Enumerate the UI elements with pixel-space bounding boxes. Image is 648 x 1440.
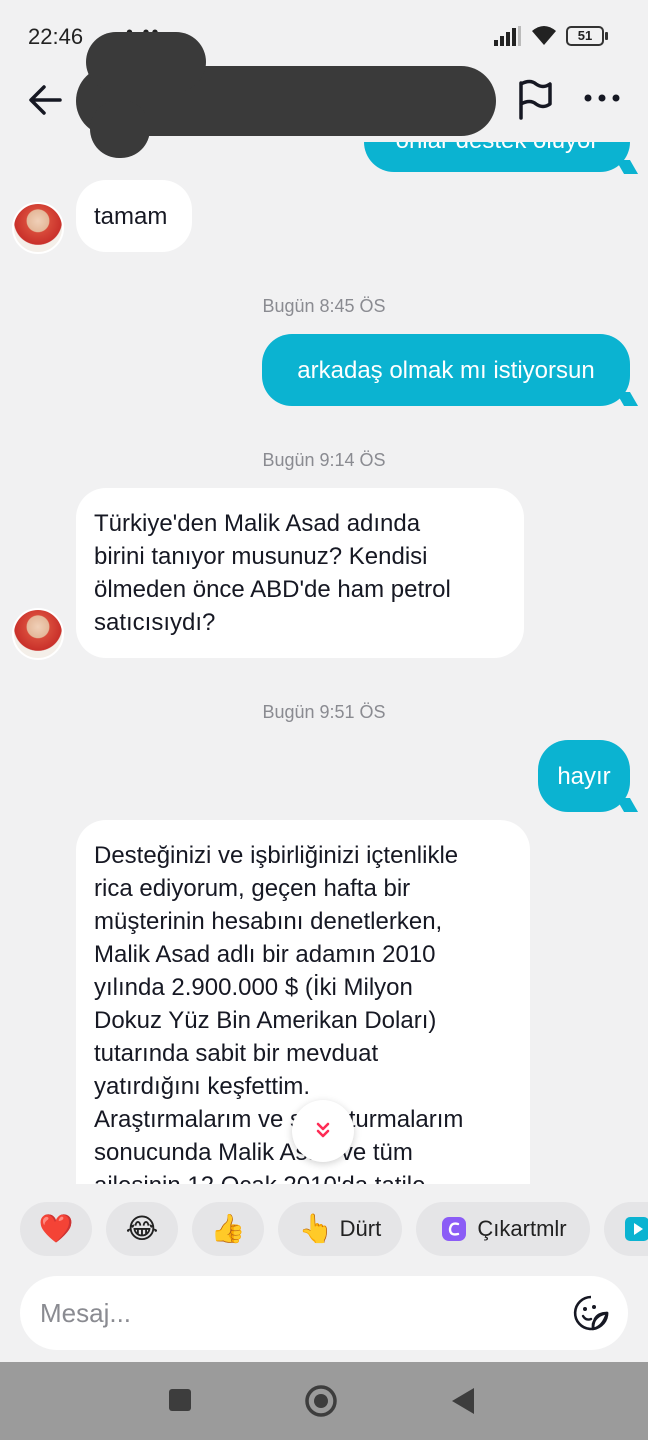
- timestamp: Bugün 8:45 ÖS: [262, 296, 386, 316]
- incoming-message[interactable]: Türkiye'den Malik Asad adında birini tan…: [76, 488, 524, 658]
- message-text: arkadaş olmak mı istiyorsun: [297, 357, 595, 384]
- poke-label: Dürt: [339, 1216, 382, 1241]
- stickers-label: Çıkartmlr: [477, 1216, 567, 1241]
- outgoing-message[interactable]: onlar destek oluyor: [364, 142, 630, 172]
- avatar[interactable]: [12, 608, 64, 660]
- message-input[interactable]: [40, 1276, 540, 1350]
- triangle-back-icon[interactable]: [450, 1386, 476, 1416]
- sticker-face-icon[interactable]: [572, 1294, 610, 1332]
- bubble-tail: [615, 392, 639, 406]
- outgoing-message[interactable]: hayır: [538, 740, 630, 812]
- message-line: birini tanıyor musunuz? Kendisi: [94, 543, 428, 570]
- avatar[interactable]: [12, 202, 64, 254]
- chat-header: [0, 32, 648, 158]
- redacted-contact-name-extension: [86, 32, 206, 92]
- chevron-double-down-icon: [316, 1122, 330, 1138]
- heart-reaction-chip[interactable]: ❤️: [20, 1202, 92, 1256]
- timestamp: Bugün 9:51 ÖS: [262, 702, 386, 722]
- battery-indicator: 51: [566, 26, 604, 46]
- poke-chip[interactable]: 👆 Dürt: [278, 1202, 402, 1256]
- message-line: satıcısıydı?: [94, 609, 216, 636]
- message-line: müşterinin hesabını denetlerken,: [94, 908, 443, 935]
- message-line: ölmeden önce ABD'de ham petrol: [94, 576, 451, 603]
- square-icon[interactable]: [168, 1388, 192, 1412]
- message-line: yılında 2.900.000 $ (İki Milyon: [94, 974, 413, 1001]
- message-line: rica ediyorum, geçen hafta bir: [94, 875, 411, 902]
- stickers-chip[interactable]: Çıkartmlr: [416, 1202, 590, 1256]
- message-text: onlar destek oluyor: [396, 142, 599, 154]
- more-horizontal-icon[interactable]: [582, 88, 622, 108]
- quick-reply-bar[interactable]: ❤️ 😂 👍 👆 Dürt Çıkartmlr: [0, 1202, 648, 1258]
- arrow-left-icon[interactable]: [24, 80, 68, 120]
- flag-icon[interactable]: [514, 78, 554, 120]
- pointing-hand-icon: 👆: [298, 1213, 334, 1244]
- message-text: hayır: [557, 763, 611, 790]
- message-composer: [20, 1276, 628, 1350]
- message-line: yatırdığını keşfettim.: [94, 1073, 311, 1100]
- message-line: Malik Asad adlı bir adamın 2010: [94, 941, 436, 968]
- sticker-icon: [442, 1217, 467, 1241]
- incoming-message[interactable]: tamam: [76, 180, 192, 252]
- outgoing-message[interactable]: arkadaş olmak mı istiyorsun: [262, 334, 630, 406]
- message-line: tutarında sabit bir mevduat: [94, 1040, 379, 1067]
- wifi-icon: [532, 26, 556, 45]
- timestamp: Bugün 9:14 ÖS: [262, 450, 386, 470]
- thumbs-up-icon: 👍: [210, 1213, 246, 1244]
- message-text: tamam: [94, 203, 168, 230]
- laughing-face-icon: 😂: [125, 1213, 159, 1244]
- message-line: Desteğinizi ve işbirliğinizi içtenlikle: [94, 842, 459, 869]
- bubble-tail: [615, 160, 639, 174]
- scroll-to-bottom-button[interactable]: [292, 1100, 354, 1162]
- message-line: Dokuz Yüz Bin Amerikan Doları): [94, 1007, 437, 1034]
- laugh-reaction-chip[interactable]: 😂: [106, 1202, 178, 1256]
- thumbs-up-reaction-chip[interactable]: 👍: [192, 1202, 264, 1256]
- signal-icon: [494, 26, 521, 46]
- system-navigation-bar: [0, 1362, 648, 1440]
- bubble-tail: [615, 798, 639, 812]
- heart-icon: ❤️: [38, 1213, 74, 1244]
- circle-home-icon[interactable]: [304, 1384, 338, 1418]
- video-chip[interactable]: [604, 1202, 648, 1256]
- play-icon: [625, 1217, 648, 1241]
- battery-tip: [605, 32, 608, 40]
- status-time: 22:46: [28, 24, 84, 49]
- message-line: Türkiye'den Malik Asad adında: [94, 510, 421, 537]
- message-line: ailesinin 12 Ocak 2010'da tatile: [94, 1169, 512, 1184]
- message-list[interactable]: onlar destek oluyor tamam Bugün 8:45 ÖS …: [0, 142, 648, 1184]
